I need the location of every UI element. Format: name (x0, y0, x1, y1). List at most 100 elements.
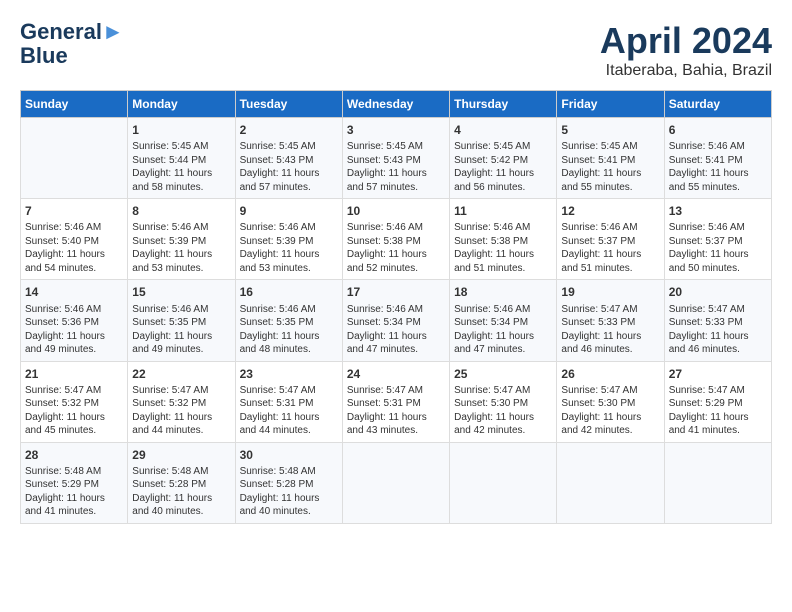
day-number: 13 (669, 203, 767, 219)
day-number: 7 (25, 203, 123, 219)
day-info: Sunrise: 5:46 AM Sunset: 5:37 PM Dayligh… (561, 221, 659, 275)
day-number: 27 (669, 366, 767, 382)
calendar-cell (21, 118, 128, 199)
calendar-cell: 10Sunrise: 5:46 AM Sunset: 5:38 PM Dayli… (342, 199, 449, 280)
day-number: 18 (454, 284, 552, 300)
day-info: Sunrise: 5:47 AM Sunset: 5:30 PM Dayligh… (561, 384, 659, 438)
calendar-cell: 1 Sunrise: 5:45 AM Sunset: 5:44 PM Daylig… (128, 118, 235, 199)
day-number: 20 (669, 284, 767, 300)
calendar-cell: 2Sunrise: 5:45 AM Sunset: 5:43 PM Daylig… (235, 118, 342, 199)
day-number: 21 (25, 366, 123, 382)
calendar-cell: 8Sunrise: 5:46 AM Sunset: 5:39 PM Daylig… (128, 199, 235, 280)
day-info: Sunrise: 5:48 AM Sunset: 5:28 PM Dayligh… (240, 465, 338, 519)
calendar-cell: 14 Sunrise: 5:46 AM Sunset: 5:36 PM Dayli… (21, 280, 128, 361)
location: Itaberaba, Bahia, Brazil (600, 62, 772, 80)
calendar-cell (557, 442, 664, 523)
day-number: 3 (347, 122, 445, 138)
calendar-week-5: 28 Sunrise: 5:48 AM Sunset: 5:29 PM Dayli… (21, 442, 772, 523)
calendar-cell: 23 Sunrise: 5:47 AM Sunset: 5:31 PM Dayli… (235, 361, 342, 442)
day-info: Sunrise: 5:46 AM Sunset: 5:35 PM Dayligh… (240, 303, 338, 357)
day-info: Sunrise: 5:46 AM Sunset: 5:36 PM Dayligh… (25, 303, 123, 357)
day-number: 28 (25, 447, 123, 463)
day-info: Sunrise: 5:46 AM Sunset: 5:34 PM Dayligh… (347, 303, 445, 357)
day-info: Sunrise: 5:48 AM Sunset: 5:29 PM Dayligh… (25, 465, 123, 519)
calendar-cell: 5Sunrise: 5:45 AM Sunset: 5:41 PM Daylig… (557, 118, 664, 199)
day-number: 10 (347, 203, 445, 219)
calendar-cell: 4 Sunrise: 5:45 AM Sunset: 5:42 PM Daylig… (450, 118, 557, 199)
day-info: Sunrise: 5:47 AM Sunset: 5:30 PM Dayligh… (454, 384, 552, 438)
day-number: 19 (561, 284, 659, 300)
calendar-cell: 30 Sunrise: 5:48 AM Sunset: 5:28 PM Dayli… (235, 442, 342, 523)
calendar-table: SundayMondayTuesdayWednesdayThursdayFrid… (20, 90, 772, 524)
day-info: Sunrise: 5:46 AM Sunset: 5:35 PM Dayligh… (132, 303, 230, 357)
calendar-cell: 18 Sunrise: 5:46 AM Sunset: 5:34 PM Dayli… (450, 280, 557, 361)
calendar-cell: 19 Sunrise: 5:47 AM Sunset: 5:33 PM Dayli… (557, 280, 664, 361)
calendar-header-row: SundayMondayTuesdayWednesdayThursdayFrid… (21, 91, 772, 118)
day-number: 30 (240, 447, 338, 463)
day-number: 5 (561, 122, 659, 138)
calendar-cell: 29 Sunrise: 5:48 AM Sunset: 5:28 PM Dayli… (128, 442, 235, 523)
day-number: 23 (240, 366, 338, 382)
calendar-cell: 20Sunrise: 5:47 AM Sunset: 5:33 PM Dayli… (664, 280, 771, 361)
day-info: Sunrise: 5:45 AM Sunset: 5:43 PM Dayligh… (347, 140, 445, 194)
col-header-thursday: Thursday (450, 91, 557, 118)
day-number: 29 (132, 447, 230, 463)
day-number: 24 (347, 366, 445, 382)
day-info: Sunrise: 5:46 AM Sunset: 5:38 PM Dayligh… (454, 221, 552, 275)
logo-text: General►Blue (20, 20, 124, 68)
day-info: Sunrise: 5:46 AM Sunset: 5:37 PM Dayligh… (669, 221, 767, 275)
calendar-cell: 12 Sunrise: 5:46 AM Sunset: 5:37 PM Dayli… (557, 199, 664, 280)
day-number: 11 (454, 203, 552, 219)
calendar-cell: 26Sunrise: 5:47 AM Sunset: 5:30 PM Dayli… (557, 361, 664, 442)
day-number: 9 (240, 203, 338, 219)
col-header-friday: Friday (557, 91, 664, 118)
day-info: Sunrise: 5:45 AM Sunset: 5:42 PM Dayligh… (454, 140, 552, 194)
day-info: Sunrise: 5:45 AM Sunset: 5:44 PM Dayligh… (132, 140, 230, 194)
calendar-cell: 15Sunrise: 5:46 AM Sunset: 5:35 PM Dayli… (128, 280, 235, 361)
day-number: 12 (561, 203, 659, 219)
day-number: 14 (25, 284, 123, 300)
calendar-cell: 21 Sunrise: 5:47 AM Sunset: 5:32 PM Dayli… (21, 361, 128, 442)
calendar-cell: 27 Sunrise: 5:47 AM Sunset: 5:29 PM Dayli… (664, 361, 771, 442)
day-info: Sunrise: 5:46 AM Sunset: 5:39 PM Dayligh… (240, 221, 338, 275)
calendar-cell (450, 442, 557, 523)
calendar-cell: 9 Sunrise: 5:46 AM Sunset: 5:39 PM Daylig… (235, 199, 342, 280)
calendar-cell: 22Sunrise: 5:47 AM Sunset: 5:32 PM Dayli… (128, 361, 235, 442)
calendar-cell: 24 Sunrise: 5:47 AM Sunset: 5:31 PM Dayli… (342, 361, 449, 442)
col-header-monday: Monday (128, 91, 235, 118)
calendar-cell (342, 442, 449, 523)
day-info: Sunrise: 5:47 AM Sunset: 5:31 PM Dayligh… (347, 384, 445, 438)
day-number: 25 (454, 366, 552, 382)
day-number: 6 (669, 122, 767, 138)
day-info: Sunrise: 5:48 AM Sunset: 5:28 PM Dayligh… (132, 465, 230, 519)
calendar-week-2: 7Sunrise: 5:46 AM Sunset: 5:40 PM Daylig… (21, 199, 772, 280)
day-number: 16 (240, 284, 338, 300)
calendar-week-4: 21 Sunrise: 5:47 AM Sunset: 5:32 PM Dayli… (21, 361, 772, 442)
day-info: Sunrise: 5:46 AM Sunset: 5:39 PM Dayligh… (132, 221, 230, 275)
col-header-sunday: Sunday (21, 91, 128, 118)
day-info: Sunrise: 5:46 AM Sunset: 5:34 PM Dayligh… (454, 303, 552, 357)
calendar-week-1: 1 Sunrise: 5:45 AM Sunset: 5:44 PM Daylig… (21, 118, 772, 199)
calendar-cell: 25 Sunrise: 5:47 AM Sunset: 5:30 PM Dayli… (450, 361, 557, 442)
day-info: Sunrise: 5:47 AM Sunset: 5:31 PM Dayligh… (240, 384, 338, 438)
day-number: 22 (132, 366, 230, 382)
col-header-wednesday: Wednesday (342, 91, 449, 118)
day-number: 4 (454, 122, 552, 138)
calendar-cell: 17 Sunrise: 5:46 AM Sunset: 5:34 PM Dayli… (342, 280, 449, 361)
day-number: 1 (132, 122, 230, 138)
day-info: Sunrise: 5:47 AM Sunset: 5:33 PM Dayligh… (561, 303, 659, 357)
day-number: 17 (347, 284, 445, 300)
month-title: April 2024 (600, 20, 772, 62)
day-info: Sunrise: 5:47 AM Sunset: 5:32 PM Dayligh… (25, 384, 123, 438)
calendar-cell: 13 Sunrise: 5:46 AM Sunset: 5:37 PM Dayli… (664, 199, 771, 280)
calendar-cell: 16 Sunrise: 5:46 AM Sunset: 5:35 PM Dayli… (235, 280, 342, 361)
calendar-cell: 7Sunrise: 5:46 AM Sunset: 5:40 PM Daylig… (21, 199, 128, 280)
calendar-week-3: 14 Sunrise: 5:46 AM Sunset: 5:36 PM Dayli… (21, 280, 772, 361)
calendar-cell: 11 Sunrise: 5:46 AM Sunset: 5:38 PM Dayli… (450, 199, 557, 280)
calendar-cell: 6Sunrise: 5:46 AM Sunset: 5:41 PM Daylig… (664, 118, 771, 199)
day-info: Sunrise: 5:47 AM Sunset: 5:29 PM Dayligh… (669, 384, 767, 438)
day-info: Sunrise: 5:45 AM Sunset: 5:43 PM Dayligh… (240, 140, 338, 194)
title-block: April 2024 Itaberaba, Bahia, Brazil (600, 20, 772, 80)
col-header-saturday: Saturday (664, 91, 771, 118)
calendar-cell (664, 442, 771, 523)
